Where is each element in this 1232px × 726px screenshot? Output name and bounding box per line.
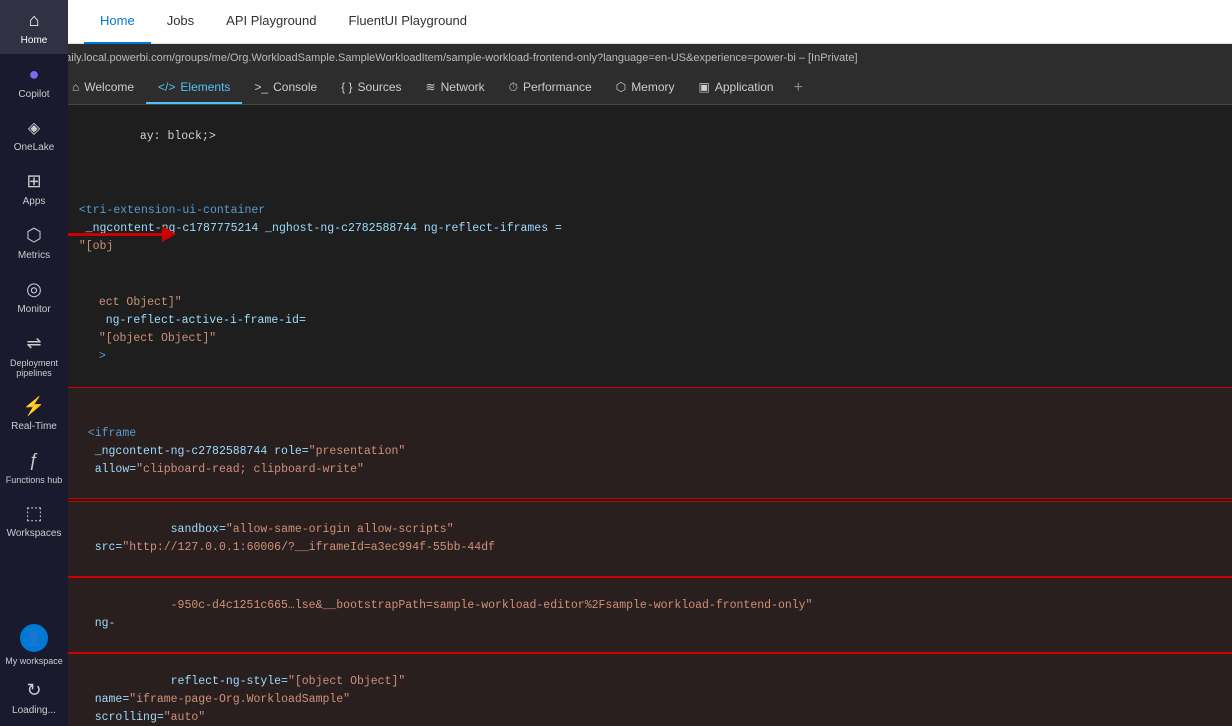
sidebar-item-functions[interactable]: ƒ Functions hub — [0, 440, 68, 493]
devtools-tab-memory[interactable]: ⬡ Memory — [604, 72, 687, 104]
top-nav: Home Jobs API Playground FluentUI Playgr… — [68, 0, 1232, 44]
sidebar-item-home[interactable]: ⌂ Home — [0, 0, 68, 54]
dt-code-line-iframe-2[interactable]: sandbox="allow-same-origin allow-scripts… — [68, 501, 1232, 577]
metrics-icon: ⬡ — [26, 225, 42, 246]
devtools-add-tab-btn[interactable]: + — [786, 72, 811, 104]
console-tab-icon: >_ — [254, 80, 268, 94]
performance-tab-icon: ⏱ — [509, 80, 518, 95]
sidebar-item-loading: ↻ Loading... — [0, 674, 68, 722]
sidebar-item-myworkspace[interactable]: 👤 My workspace — [0, 614, 68, 674]
apps-icon: ⊞ — [26, 171, 41, 192]
onelake-icon: ◈ — [28, 118, 40, 138]
dt-code-line-2b: ect Object]" ng-reflect-active-i-frame-i… — [68, 275, 1232, 385]
sidebar-item-metrics[interactable]: ⬡ Metrics — [0, 215, 68, 269]
realtime-icon: ⚡ — [23, 396, 45, 417]
dt-code-line-iframe-3[interactable]: -950c-d4c1251c665…lse&__bootstrapPath=sa… — [68, 577, 1232, 653]
monitor-icon: ◎ — [26, 279, 42, 300]
dt-code-line-1: ay: block;> — [68, 109, 1232, 165]
deployment-icon: ⇌ — [26, 333, 41, 354]
tab-fluentui[interactable]: FluentUI Playground — [333, 0, 484, 44]
copilot-icon: ● — [29, 64, 40, 85]
tab-api-playground[interactable]: API Playground — [210, 0, 332, 44]
devtools-tab-elements[interactable]: </> Elements — [146, 72, 242, 104]
loading-icon: ↻ — [26, 680, 41, 701]
main-area: Home Jobs API Playground FluentUI Playgr… — [68, 0, 1232, 726]
application-tab-icon: ▣ — [699, 80, 710, 94]
elements-tab-icon: </> — [158, 80, 175, 94]
devtools-elements-panel[interactable]: ay: block;> ▼ <tri-extension-ui-containe… — [68, 105, 1232, 726]
sidebar-item-copilot[interactable]: ● Copilot — [0, 54, 68, 108]
dt-code-line-iframe[interactable]: ▼ <iframe _ngcontent-ng-c2782588744 role… — [68, 387, 1232, 499]
devtools-code-area: ay: block;> ▼ <tri-extension-ui-containe… — [68, 105, 1232, 726]
devtools-tab-console[interactable]: >_ Console — [242, 72, 329, 104]
network-tab-icon: ≋ — [426, 80, 436, 94]
avatar-icon: 👤 — [20, 624, 48, 652]
devtools-titlebar: DevTools - daily.local.powerbi.com/group… — [68, 44, 1232, 72]
dt-code-line-2: ▼ <tri-extension-ui-container _ngcontent… — [68, 165, 1232, 275]
sidebar-item-deployment[interactable]: ⇌ Deployment pipelines — [0, 323, 68, 386]
memory-tab-icon: ⬡ — [616, 80, 626, 94]
sidebar-item-apps[interactable]: ⊞ Apps — [0, 161, 68, 215]
devtools-tab-application[interactable]: ▣ Application — [687, 72, 786, 104]
dt-code-line-iframe-4[interactable]: reflect-ng-style="[object Object]" name=… — [68, 653, 1232, 726]
tab-jobs[interactable]: Jobs — [151, 0, 210, 44]
devtools-overlay: DevTools - daily.local.powerbi.com/group… — [68, 44, 1232, 726]
sources-tab-icon: { } — [341, 80, 352, 94]
tab-home[interactable]: Home — [84, 0, 151, 44]
welcome-tab-icon: ⌂ — [72, 80, 79, 94]
home-icon: ⌂ — [29, 10, 40, 31]
sidebar: ⌂ Home ● Copilot ◈ OneLake ⊞ Apps ⬡ Metr… — [0, 0, 68, 726]
sidebar-item-realtime[interactable]: ⚡ Real-Time — [0, 386, 68, 440]
sidebar-item-monitor[interactable]: ◎ Monitor — [0, 269, 68, 323]
devtools-title: DevTools - daily.local.powerbi.com/group… — [68, 52, 1232, 64]
devtools-tab-sources[interactable]: { } Sources — [329, 72, 413, 104]
devtools-tab-welcome[interactable]: ⌂ Welcome — [68, 72, 146, 104]
sidebar-item-onelake[interactable]: ◈ OneLake — [0, 108, 68, 161]
sidebar-item-workspaces[interactable]: ⬚ Workspaces — [0, 493, 68, 547]
workspaces-icon: ⬚ — [25, 503, 42, 524]
devtools-tab-performance[interactable]: ⏱ Performance — [497, 72, 604, 104]
functions-icon: ƒ — [29, 450, 39, 471]
devtools-tab-network[interactable]: ≋ Network — [414, 72, 497, 104]
devtools-tabs: ← → ⬚ ⌂ Welcome </> Elements >_ Console … — [68, 72, 1232, 105]
page-content: Sample Item Editor New Item Details Sele… — [68, 44, 1232, 726]
